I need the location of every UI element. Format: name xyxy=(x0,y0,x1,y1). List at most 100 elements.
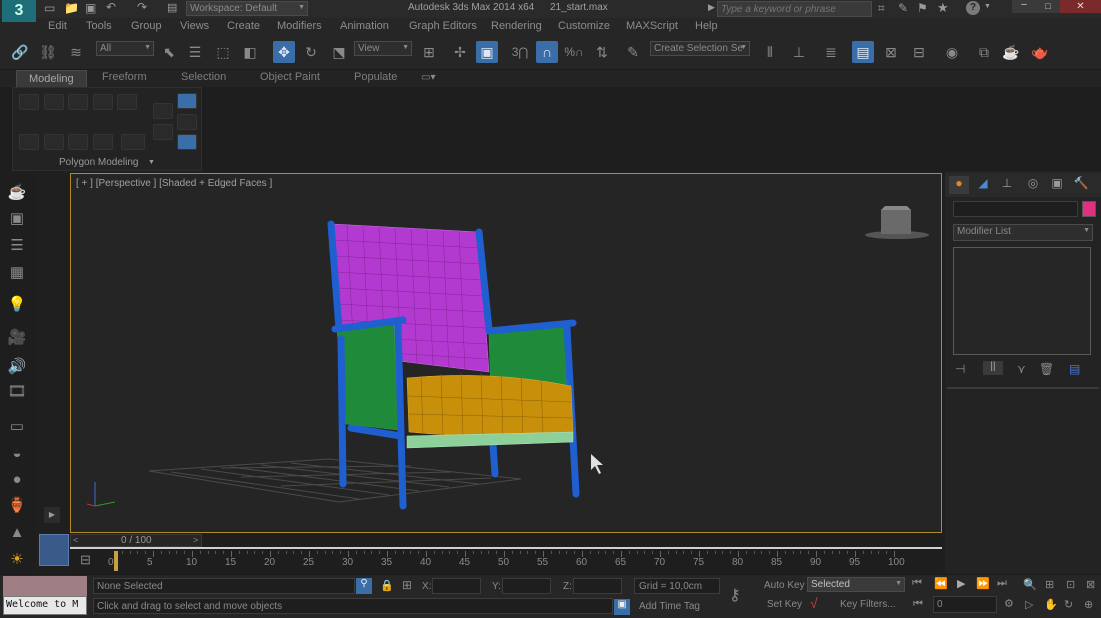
go-to-end-icon[interactable]: ⏭ xyxy=(997,577,1007,590)
play-icon[interactable]: ▶ xyxy=(957,577,965,590)
bind-to-space-warp-icon[interactable]: ≋ xyxy=(65,41,87,63)
hierarchy-tab-icon[interactable]: ⊥ xyxy=(997,176,1017,194)
percent-snap-icon[interactable]: % ∩ xyxy=(563,41,585,63)
set-key-button[interactable]: Set Key xyxy=(767,599,802,610)
menu-customize[interactable]: Customize xyxy=(558,20,610,32)
angle-snap-icon[interactable]: ∩ xyxy=(536,41,558,63)
tab-freeform[interactable]: Freeform xyxy=(102,71,147,83)
search-input[interactable] xyxy=(717,1,872,17)
selection-lock-icon[interactable]: 🔒 xyxy=(380,579,394,592)
app-logo-icon[interactable]: 3 xyxy=(2,0,36,22)
spinner-snap-icon[interactable]: ⇅ xyxy=(591,41,613,63)
utilities-tab-icon[interactable]: 🔨 xyxy=(1071,176,1091,194)
time-slider[interactable]: < 0 / 100 > xyxy=(70,534,202,547)
time-configuration-icon[interactable]: ⚙ xyxy=(1004,597,1014,610)
modify-mode-button[interactable] xyxy=(19,94,39,110)
camera-icon[interactable]: 🎥 xyxy=(6,326,28,348)
set-key-icon[interactable]: ⚷ xyxy=(729,585,741,605)
help-icon[interactable]: ? xyxy=(966,1,980,15)
perspective-viewport[interactable]: [ + ] [Perspective ] [Shaded + Edged Fac… xyxy=(70,173,942,533)
dome-icon[interactable]: ◒ xyxy=(6,442,28,464)
show-cage-button[interactable] xyxy=(177,114,197,130)
orbit-icon[interactable]: ↻ xyxy=(1064,598,1073,611)
mirror-icon[interactable]: ⫴ xyxy=(759,41,781,63)
keyboard-shortcut-override-icon[interactable]: ▣ xyxy=(476,41,498,63)
create-tab-icon[interactable]: ● xyxy=(949,176,969,194)
modifier-list-dropdown[interactable]: Modifier List xyxy=(953,224,1093,241)
favorites-star-icon[interactable]: ★ xyxy=(937,0,949,16)
menu-tools[interactable]: Tools xyxy=(86,20,112,32)
sphere-icon[interactable]: ● xyxy=(6,468,28,490)
display-tab-icon[interactable]: ▣ xyxy=(1047,176,1067,194)
menu-animation[interactable]: Animation xyxy=(340,20,389,32)
next-modifier-button[interactable] xyxy=(153,103,173,119)
viewport-layout-button[interactable] xyxy=(39,534,69,566)
select-by-name-icon[interactable]: ☰ xyxy=(184,41,206,63)
tab-populate[interactable]: Populate xyxy=(354,71,397,83)
expand-arrow-icon[interactable]: ▶ xyxy=(44,507,60,523)
save-file-icon[interactable]: ▣ xyxy=(85,1,96,15)
edge-mode-button[interactable] xyxy=(68,94,88,110)
select-and-move-icon[interactable]: ✥ xyxy=(273,41,295,63)
unlink-icon[interactable]: ⛓ xyxy=(37,41,59,63)
pin-stack-icon[interactable]: ⊣ xyxy=(955,362,965,376)
teapot-icon[interactable]: ☕ xyxy=(6,181,28,203)
make-unique-icon[interactable]: ⋎ xyxy=(1017,362,1026,376)
panel-label[interactable]: Polygon Modeling xyxy=(59,157,139,168)
time-tag-icon[interactable]: ▣ xyxy=(614,599,630,615)
community-icon[interactable]: ⚑ xyxy=(917,1,928,15)
box-icon[interactable]: ▭ xyxy=(6,415,28,437)
material-editor-icon[interactable]: ◉ xyxy=(941,41,963,63)
layer-manager-icon[interactable]: ≣ xyxy=(820,41,842,63)
show-end-result-button[interactable] xyxy=(177,93,197,109)
auto-key-button[interactable]: Auto Key xyxy=(764,580,805,591)
snaps-toggle-icon[interactable]: 3 ⋂ xyxy=(509,41,531,63)
z-coordinate-field[interactable] xyxy=(573,578,622,594)
workspace-dropdown[interactable]: Workspace: Default xyxy=(186,1,308,16)
open-file-icon[interactable]: 📁 xyxy=(64,1,79,15)
menu-maxscript[interactable]: MAXScript xyxy=(626,20,678,32)
zoom-extents-all-icon[interactable]: ⊠ xyxy=(1086,578,1095,591)
rendered-frame-window-icon[interactable]: ☕ xyxy=(1000,41,1022,63)
render-setup-icon[interactable]: ⧉ xyxy=(973,41,995,63)
previous-modifier-button[interactable] xyxy=(153,124,173,140)
maximize-viewport-icon[interactable]: ⊕ xyxy=(1084,598,1093,611)
maximize-icon[interactable]: □ xyxy=(1036,0,1060,13)
pan-hand-icon[interactable]: ✋ xyxy=(1044,598,1058,611)
tab-modeling[interactable]: Modeling xyxy=(16,70,87,87)
maxscript-mini-listener[interactable]: Welcome to M xyxy=(3,596,87,615)
polygon-mode-button[interactable] xyxy=(93,94,113,110)
ribbon-options-icon[interactable]: ▭▾ xyxy=(421,72,435,83)
window-crossing-icon[interactable]: ◧ xyxy=(239,41,261,63)
show-end-result-icon[interactable]: || xyxy=(983,361,1003,375)
graphite-tools-icon[interactable]: ▤ xyxy=(852,41,874,63)
menu-rendering[interactable]: Rendering xyxy=(491,20,542,32)
preserve-uvs-button[interactable] xyxy=(19,134,39,150)
configure-sets-icon[interactable]: ▤ xyxy=(1069,362,1080,376)
close-icon[interactable]: ✕ xyxy=(1060,0,1101,13)
tab-selection[interactable]: Selection xyxy=(181,71,226,83)
reference-coordinate-dropdown[interactable]: View xyxy=(354,41,412,56)
redo-icon[interactable]: ↷ xyxy=(137,0,147,14)
zoom-extents-icon[interactable]: ⊡ xyxy=(1066,578,1075,591)
select-object-icon[interactable]: ⬉ xyxy=(158,41,180,63)
previous-frame-icon[interactable]: ⏪ xyxy=(934,577,948,590)
select-and-link-icon[interactable]: 🔗 xyxy=(9,41,31,63)
element-mode-button[interactable] xyxy=(117,94,137,110)
binoculars-icon[interactable]: ⌗ xyxy=(878,1,885,16)
menu-edit[interactable]: Edit xyxy=(48,20,67,32)
project-folder-icon[interactable]: ▤ xyxy=(167,1,177,14)
toggle-command-button[interactable] xyxy=(68,134,88,150)
minimize-icon[interactable]: – xyxy=(1012,0,1036,13)
slider-prev-icon[interactable]: < xyxy=(73,535,78,545)
render-production-icon[interactable]: 🫖 xyxy=(1029,41,1051,63)
edit-named-selection-icon[interactable]: ✎ xyxy=(622,41,644,63)
cone-icon[interactable]: ▲ xyxy=(6,521,28,543)
absolute-mode-icon[interactable]: ⊞ xyxy=(402,578,412,592)
schematic-view-icon[interactable]: ⊟ xyxy=(908,41,930,63)
menu-views[interactable]: Views xyxy=(180,20,209,32)
next-frame-icon[interactable]: ⏩ xyxy=(976,577,990,590)
tools-icon[interactable]: ✎ xyxy=(898,1,908,15)
select-and-manipulate-icon[interactable]: ✢ xyxy=(449,41,471,63)
repeat-last-button[interactable] xyxy=(44,134,64,150)
